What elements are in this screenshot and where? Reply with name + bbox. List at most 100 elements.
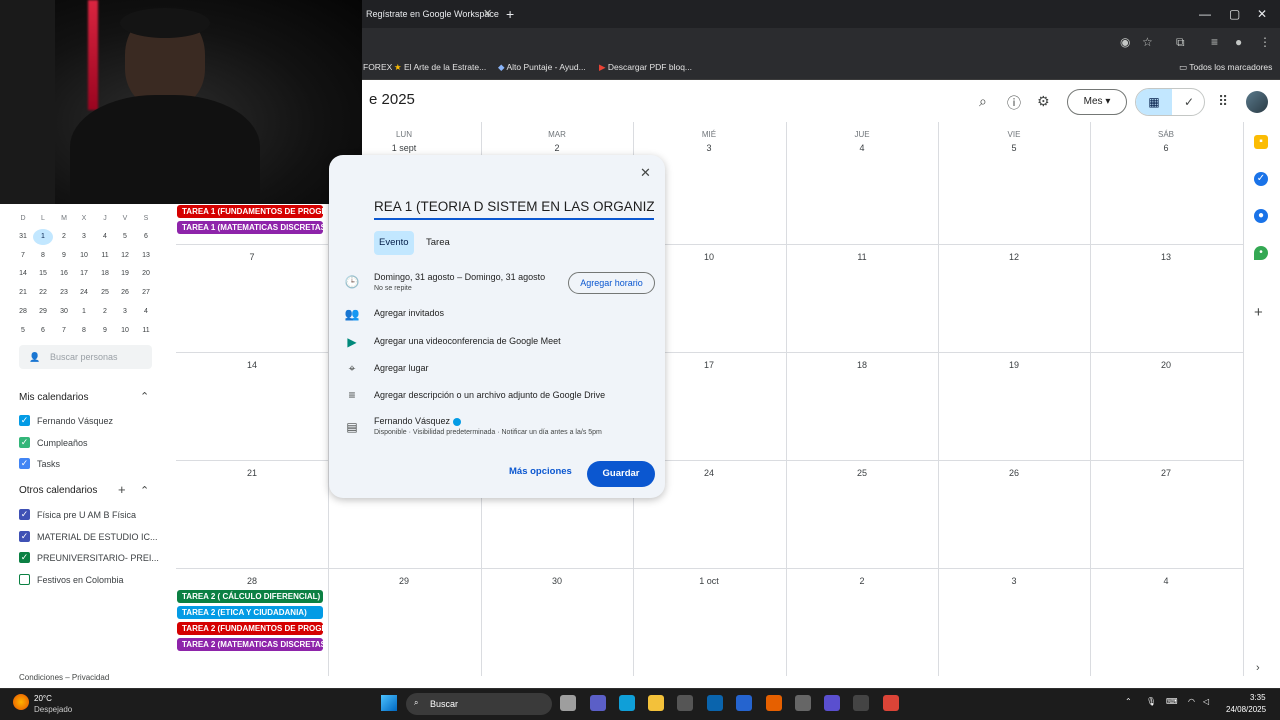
day-number[interactable]: 6 [1090, 143, 1242, 153]
chevron-right-icon[interactable]: › [1256, 662, 1260, 674]
event-chip[interactable]: TAREA 2 (ETICA Y CIUDADANIA) [177, 606, 323, 619]
star-icon[interactable]: ☆ [1142, 28, 1153, 56]
mini-day[interactable]: 23 [54, 285, 74, 301]
day-number[interactable]: 19 [938, 360, 1090, 370]
maps-icon[interactable]: • [1254, 246, 1268, 260]
add-addon-icon[interactable]: + [1254, 304, 1263, 321]
keep-icon[interactable]: ▪ [1254, 135, 1268, 149]
mini-day[interactable]: 8 [33, 248, 53, 264]
bookmark-arte[interactable]: ★ El Arte de la Estrate... [394, 56, 486, 80]
outlook-icon[interactable] [707, 695, 723, 711]
terms-privacy-link[interactable]: Condiciones – Privacidad [19, 673, 109, 682]
volume-icon[interactable]: ◁ [1203, 697, 1209, 706]
mini-day[interactable]: 31 [13, 229, 33, 245]
add-icon[interactable]: + [118, 482, 126, 497]
event-chip[interactable]: TAREA 1 (FUNDAMENTOS DE PROGR [177, 205, 323, 218]
bookmark-forex[interactable]: FOREX [363, 56, 392, 80]
mini-day[interactable]: 9 [95, 323, 115, 339]
mini-day[interactable]: 3 [115, 304, 135, 320]
mini-day[interactable]: 17 [74, 266, 94, 282]
event-chip[interactable]: TAREA 2 ( CÁLCULO DIFERENCIAL) [177, 590, 323, 603]
mini-day[interactable]: 21 [13, 285, 33, 301]
browser-tab[interactable]: Regístrate en Google Workspace [362, 0, 500, 28]
event-title-input[interactable]: REA 1 (TEORIA D SISTEM EN LAS ORGANIZ) [374, 199, 654, 220]
account-avatar[interactable] [1246, 91, 1268, 113]
apps-grid-icon[interactable]: ⠿ [1218, 93, 1228, 110]
day-number[interactable]: 29 [328, 576, 480, 586]
checkbox-checked-icon[interactable]: ✓ [19, 436, 30, 448]
new-tab-button[interactable]: + [506, 0, 514, 28]
clock-time[interactable]: 3:35 [1250, 693, 1266, 702]
other-calendars-title[interactable]: Otros calendarios [19, 485, 97, 496]
checkbox-checked-icon[interactable]: ✓ [19, 509, 30, 520]
add-description[interactable]: Agregar descripción o un archivo adjunto… [374, 390, 605, 400]
day-number[interactable]: 13 [1090, 252, 1242, 262]
settings-gear-icon[interactable]: ⚙ [1037, 93, 1050, 110]
event-date-range[interactable]: Domingo, 31 agosto – Domingo, 31 agosto [374, 272, 545, 282]
mini-day[interactable]: 5 [115, 229, 135, 245]
mini-day[interactable]: 11 [136, 323, 156, 339]
add-meet[interactable]: Agregar una videoconferencia de Google M… [374, 336, 561, 346]
close-icon[interactable]: ✕ [640, 165, 651, 181]
event-chip[interactable]: TAREA 2 (MATEMATICAS DISCRETAS [177, 638, 323, 651]
cortana-icon[interactable] [824, 695, 840, 711]
keyboard-icon[interactable]: ⌨ [1166, 697, 1178, 706]
add-location[interactable]: Agregar lugar [374, 363, 429, 373]
microphone-icon[interactable]: 🎙 [1146, 697, 1156, 706]
event-chip[interactable]: TAREA 2 (FUNDAMENTOS DE PROGR [177, 622, 323, 635]
day-number[interactable]: 12 [938, 252, 1090, 262]
menu-icon[interactable]: ⋮ [1259, 28, 1271, 56]
chatgpt-icon[interactable] [853, 695, 869, 711]
mini-day[interactable]: 30 [54, 304, 74, 320]
mini-day[interactable]: 6 [136, 229, 156, 245]
extensions-icon[interactable]: ⧉ [1176, 28, 1185, 56]
chevron-up-icon[interactable]: ⌃ [140, 484, 149, 497]
mini-day[interactable]: 13 [136, 248, 156, 264]
mini-day[interactable]: 6 [33, 323, 53, 339]
all-bookmarks[interactable]: ▭ Todos los marcadores [1179, 56, 1272, 80]
mini-day[interactable]: 11 [95, 248, 115, 264]
day-number[interactable]: 14 [176, 360, 328, 370]
bookmark-descargar-pdf[interactable]: ▶ Descargar PDF bloq... [599, 56, 692, 80]
mini-day[interactable]: 24 [74, 285, 94, 301]
save-button[interactable]: Guardar [587, 461, 655, 487]
contacts-icon[interactable]: ● [1254, 209, 1268, 223]
mini-day[interactable]: 2 [54, 229, 74, 245]
add-time-button[interactable]: Agregar horario [568, 272, 655, 294]
teams-icon[interactable] [590, 695, 606, 711]
clock-date[interactable]: 24/08/2025 [1226, 705, 1266, 714]
checkbox-checked-icon[interactable]: ✓ [19, 415, 30, 426]
tab-task[interactable]: Tarea [421, 231, 455, 255]
repeat-label[interactable]: No se repite [374, 285, 412, 292]
mini-day[interactable]: 25 [95, 285, 115, 301]
mini-day[interactable]: 14 [13, 266, 33, 282]
add-guests[interactable]: Agregar invitados [374, 308, 444, 318]
reading-list-icon[interactable]: ≡ [1211, 28, 1218, 56]
mini-day[interactable]: 27 [136, 285, 156, 301]
mini-day[interactable]: 26 [115, 285, 135, 301]
mini-day[interactable]: 1 [33, 229, 53, 245]
day-number[interactable]: 5 [938, 143, 1090, 153]
windows-start-icon[interactable] [381, 695, 397, 711]
day-number[interactable]: 4 [786, 143, 938, 153]
close-window-icon[interactable]: ✕ [1257, 0, 1267, 28]
weather-sun-icon[interactable] [13, 694, 29, 710]
search-people-input[interactable]: 👤 Buscar personas [19, 345, 152, 369]
chevron-up-icon[interactable]: ⌃ [140, 390, 149, 403]
mini-day[interactable]: 19 [115, 266, 135, 282]
tray-chevron-icon[interactable]: ⌃ [1125, 697, 1132, 706]
mini-day[interactable]: 18 [95, 266, 115, 282]
file-explorer-icon[interactable] [648, 695, 664, 711]
mini-day[interactable]: 7 [13, 248, 33, 264]
maximize-icon[interactable]: ▢ [1229, 0, 1240, 28]
day-number[interactable]: 27 [1090, 468, 1242, 478]
help-icon[interactable]: ⓘ [1007, 93, 1021, 113]
checkbox-unchecked-icon[interactable] [19, 573, 30, 585]
tasks-icon[interactable]: ✓ [1254, 172, 1268, 186]
day-number[interactable]: 3 [633, 143, 785, 153]
day-number[interactable]: 11 [786, 252, 938, 262]
day-number[interactable]: 26 [938, 468, 1090, 478]
calculator-icon[interactable] [677, 695, 693, 711]
checkbox-checked-icon[interactable]: ✓ [19, 458, 30, 469]
mail-icon[interactable] [795, 695, 811, 711]
